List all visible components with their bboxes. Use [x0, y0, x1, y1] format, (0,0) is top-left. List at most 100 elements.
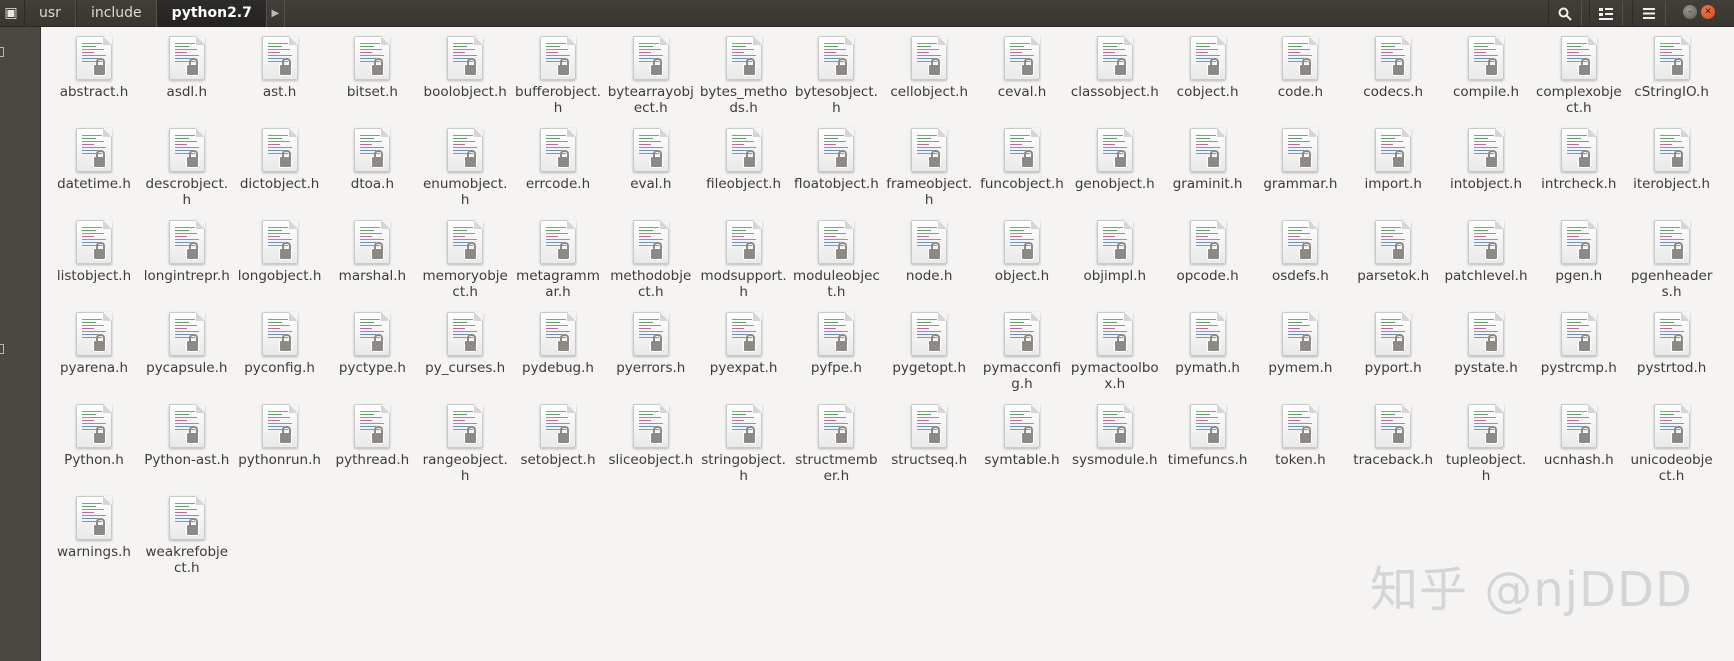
- view-options-icon[interactable]: [1589, 1, 1623, 26]
- file-item[interactable]: ast.h: [234, 36, 326, 100]
- file-item[interactable]: methodobject.h: [605, 220, 697, 300]
- file-item[interactable]: cobject.h: [1162, 36, 1254, 100]
- file-item[interactable]: structmember.h: [790, 404, 882, 484]
- file-item[interactable]: pydebug.h: [512, 312, 604, 376]
- file-item[interactable]: pyport.h: [1347, 312, 1439, 376]
- file-item[interactable]: py_curses.h: [419, 312, 511, 376]
- file-item[interactable]: timefuncs.h: [1162, 404, 1254, 468]
- file-item[interactable]: intrcheck.h: [1533, 128, 1625, 192]
- file-item[interactable]: pymem.h: [1254, 312, 1346, 376]
- file-item[interactable]: genobject.h: [1069, 128, 1161, 192]
- file-item[interactable]: pyarena.h: [48, 312, 140, 376]
- file-manager-icon[interactable]: ▣: [2, 3, 20, 23]
- file-item[interactable]: osdefs.h: [1254, 220, 1346, 284]
- file-item[interactable]: patchlevel.h: [1440, 220, 1532, 284]
- file-item[interactable]: ucnhash.h: [1533, 404, 1625, 468]
- file-item[interactable]: pymath.h: [1162, 312, 1254, 376]
- file-item[interactable]: floatobject.h: [790, 128, 882, 192]
- file-item[interactable]: bitset.h: [326, 36, 418, 100]
- file-item[interactable]: Python-ast.h: [141, 404, 233, 468]
- file-item[interactable]: descrobject.h: [141, 128, 233, 208]
- search-icon[interactable]: [1548, 1, 1582, 26]
- minimize-icon[interactable]: –: [1683, 5, 1697, 19]
- file-item[interactable]: bytes_methods.h: [698, 36, 790, 116]
- file-item[interactable]: longobject.h: [234, 220, 326, 284]
- file-item[interactable]: pystrcmp.h: [1533, 312, 1625, 376]
- file-item[interactable]: cellobject.h: [883, 36, 975, 100]
- file-item[interactable]: ceval.h: [976, 36, 1068, 100]
- file-item[interactable]: Python.h: [48, 404, 140, 468]
- file-item[interactable]: moduleobject.h: [790, 220, 882, 300]
- file-item[interactable]: cStringIO.h: [1626, 36, 1718, 100]
- file-item[interactable]: sliceobject.h: [605, 404, 697, 468]
- file-item[interactable]: structseq.h: [883, 404, 975, 468]
- file-item[interactable]: object.h: [976, 220, 1068, 284]
- file-item[interactable]: dictobject.h: [234, 128, 326, 192]
- file-item[interactable]: fileobject.h: [698, 128, 790, 192]
- file-item[interactable]: pgenheaders.h: [1626, 220, 1718, 300]
- close-icon[interactable]: ✕: [1701, 5, 1715, 19]
- chevron-right-icon[interactable]: ▶: [267, 0, 285, 27]
- hamburger-menu-icon[interactable]: [1632, 1, 1666, 26]
- file-item[interactable]: pygetopt.h: [883, 312, 975, 376]
- file-item[interactable]: pyctype.h: [326, 312, 418, 376]
- file-item[interactable]: abstract.h: [48, 36, 140, 100]
- file-item[interactable]: frameobject.h: [883, 128, 975, 208]
- file-item[interactable]: eval.h: [605, 128, 697, 192]
- file-item[interactable]: bufferobject.h: [512, 36, 604, 116]
- file-item[interactable]: modsupport.h: [698, 220, 790, 300]
- file-item[interactable]: dtoa.h: [326, 128, 418, 192]
- file-item[interactable]: grammar.h: [1254, 128, 1346, 192]
- file-item[interactable]: token.h: [1254, 404, 1346, 468]
- file-item[interactable]: codecs.h: [1347, 36, 1439, 100]
- file-item[interactable]: pythonrun.h: [234, 404, 326, 468]
- file-item[interactable]: metagrammar.h: [512, 220, 604, 300]
- file-item[interactable]: pystate.h: [1440, 312, 1532, 376]
- file-item[interactable]: pyconfig.h: [234, 312, 326, 376]
- file-item[interactable]: classobject.h: [1069, 36, 1161, 100]
- file-item[interactable]: asdl.h: [141, 36, 233, 100]
- breadcrumb-usr[interactable]: usr: [24, 0, 76, 27]
- file-item[interactable]: boolobject.h: [419, 36, 511, 100]
- file-item[interactable]: datetime.h: [48, 128, 140, 192]
- file-item[interactable]: pyfpe.h: [790, 312, 882, 376]
- file-item[interactable]: pyerrors.h: [605, 312, 697, 376]
- file-item[interactable]: pycapsule.h: [141, 312, 233, 376]
- breadcrumb-include[interactable]: include: [75, 0, 157, 27]
- file-item[interactable]: opcode.h: [1162, 220, 1254, 284]
- file-item[interactable]: rangeobject.h: [419, 404, 511, 484]
- file-item[interactable]: pymacconfig.h: [976, 312, 1068, 392]
- file-item[interactable]: import.h: [1347, 128, 1439, 192]
- file-item[interactable]: setobject.h: [512, 404, 604, 468]
- file-item[interactable]: pystrtod.h: [1626, 312, 1718, 376]
- file-item[interactable]: bytesobject.h: [790, 36, 882, 116]
- file-item[interactable]: listobject.h: [48, 220, 140, 284]
- file-item[interactable]: intobject.h: [1440, 128, 1532, 192]
- file-item[interactable]: marshal.h: [326, 220, 418, 284]
- file-item[interactable]: tupleobject.h: [1440, 404, 1532, 484]
- file-item[interactable]: traceback.h: [1347, 404, 1439, 468]
- file-item[interactable]: funcobject.h: [976, 128, 1068, 192]
- file-item[interactable]: unicodeobject.h: [1626, 404, 1718, 484]
- file-item[interactable]: enumobject.h: [419, 128, 511, 208]
- file-item[interactable]: pgen.h: [1533, 220, 1625, 284]
- file-item[interactable]: warnings.h: [48, 496, 140, 560]
- file-item[interactable]: graminit.h: [1162, 128, 1254, 192]
- file-item[interactable]: bytearrayobject.h: [605, 36, 697, 116]
- file-item[interactable]: iterobject.h: [1626, 128, 1718, 192]
- file-item[interactable]: sysmodule.h: [1069, 404, 1161, 468]
- file-item[interactable]: pymactoolbox.h: [1069, 312, 1161, 392]
- file-item[interactable]: stringobject.h: [698, 404, 790, 484]
- file-item[interactable]: code.h: [1254, 36, 1346, 100]
- file-item[interactable]: node.h: [883, 220, 975, 284]
- file-item[interactable]: complexobject.h: [1533, 36, 1625, 116]
- file-item[interactable]: objimpl.h: [1069, 220, 1161, 284]
- file-item[interactable]: memoryobject.h: [419, 220, 511, 300]
- breadcrumb-python27[interactable]: python2.7: [156, 0, 267, 27]
- file-item[interactable]: pyexpat.h: [698, 312, 790, 376]
- file-item[interactable]: errcode.h: [512, 128, 604, 192]
- file-item[interactable]: pythread.h: [326, 404, 418, 468]
- file-item[interactable]: parsetok.h: [1347, 220, 1439, 284]
- file-item[interactable]: weakrefobject.h: [141, 496, 233, 576]
- file-item[interactable]: longintrepr.h: [141, 220, 233, 284]
